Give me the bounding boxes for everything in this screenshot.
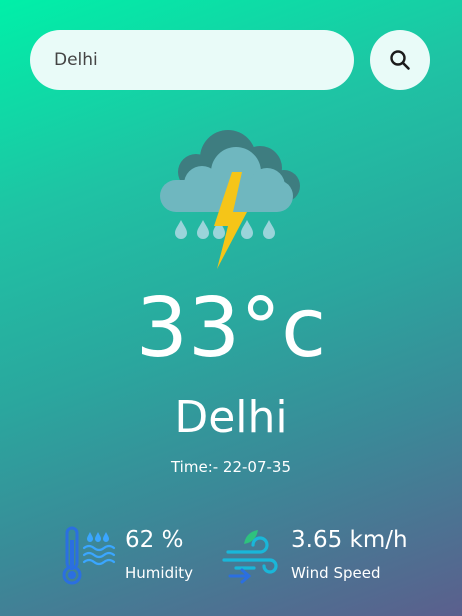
humidity-value: 62 % bbox=[125, 527, 184, 553]
search-input[interactable] bbox=[30, 30, 354, 90]
search-button[interactable] bbox=[370, 30, 430, 90]
wind-speed-label: Wind Speed bbox=[291, 564, 381, 582]
humidity-thermometer-icon bbox=[62, 526, 116, 585]
temperature: 33°c bbox=[135, 281, 327, 376]
search-icon bbox=[390, 50, 410, 70]
wind-panel: 3.65 km/h Wind Speed bbox=[222, 526, 422, 588]
thunderstorm-rain-icon bbox=[160, 130, 300, 269]
wind-speed-value: 3.65 km/h bbox=[291, 527, 408, 553]
city-name: Delhi bbox=[174, 392, 288, 443]
search-bar bbox=[30, 30, 432, 90]
humidity-label: Humidity bbox=[125, 564, 194, 582]
local-time: Time:- 22-07-35 bbox=[170, 458, 292, 476]
wind-icon bbox=[222, 530, 278, 584]
humidity-panel: 62 % Humidity bbox=[60, 526, 210, 588]
